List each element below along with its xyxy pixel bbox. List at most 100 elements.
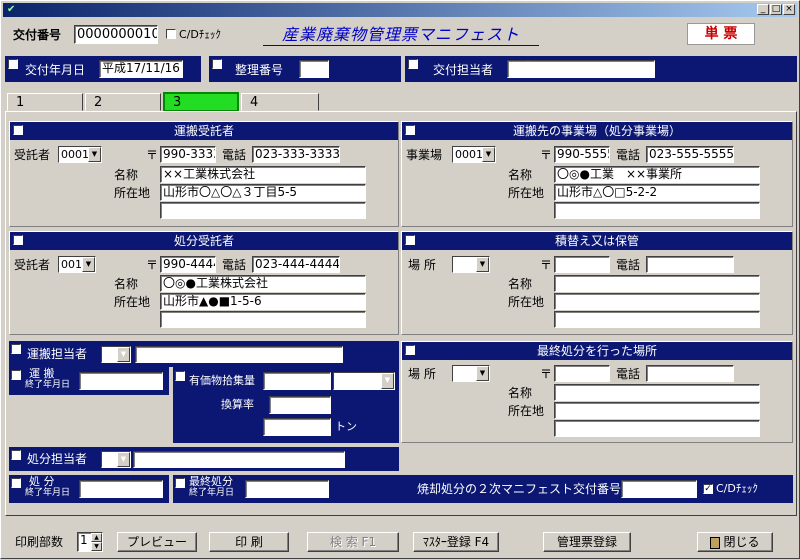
- issue-date-input[interactable]: 平成17/11/16: [99, 60, 183, 78]
- unpan-saki-tel-input[interactable]: 023-555-5555: [646, 146, 734, 163]
- saishu-shuryo-input[interactable]: [245, 480, 329, 498]
- preview-button[interactable]: プレビュー: [117, 532, 197, 552]
- saishu-name-input[interactable]: [554, 384, 760, 401]
- yuka-checkbox[interactable]: [175, 371, 185, 381]
- maximize-icon[interactable]: □: [770, 4, 782, 15]
- tab-3[interactable]: 3: [163, 92, 239, 112]
- shobun-jutaku-code-select[interactable]: 001 ▼: [58, 256, 96, 273]
- saishu-addr2-input[interactable]: [554, 420, 760, 437]
- unpan-jutaku-label: 受託者: [14, 148, 51, 162]
- tab-1[interactable]: 1: [7, 93, 83, 111]
- shobun-tanto-checkbox[interactable]: [11, 450, 21, 460]
- chevron-down-icon[interactable]: ▼: [476, 366, 489, 381]
- saishu-basho-select[interactable]: ▼: [452, 365, 490, 382]
- saishu-checkbox[interactable]: [405, 345, 415, 355]
- yuka-unit-select[interactable]: ▼: [333, 372, 395, 390]
- chevron-down-icon[interactable]: ▼: [82, 257, 95, 272]
- shobun-jutaku-name-input[interactable]: 〇◎●工業株式会社: [160, 275, 366, 292]
- unpan-jutaku-zip-input[interactable]: 990-3333: [160, 146, 216, 163]
- print-button[interactable]: 印 刷: [209, 532, 289, 552]
- chevron-down-icon[interactable]: ▼: [88, 147, 101, 162]
- saishu-tel-input[interactable]: [646, 365, 734, 382]
- tsumikae-checkbox[interactable]: [405, 235, 415, 245]
- header-cd-check-checkbox[interactable]: [166, 29, 176, 39]
- stepper-down-icon[interactable]: ▼: [91, 542, 102, 551]
- unpan-saki-checkbox[interactable]: [405, 125, 415, 135]
- seiri-input[interactable]: [299, 60, 329, 78]
- shobun-jutaku-checkbox[interactable]: [13, 235, 23, 245]
- unpan-jutaku-checkbox[interactable]: [13, 125, 23, 135]
- shobun-jutaku-name-label: 名称: [114, 277, 139, 291]
- unpan-jutaku-name-label: 名称: [114, 168, 139, 182]
- shobun-tanto-select[interactable]: ▼: [101, 451, 131, 468]
- unpan-saki-zip-input[interactable]: 990-5555: [554, 146, 610, 163]
- issuer-checkbox[interactable]: [408, 59, 418, 69]
- saishu-title: 最終処分を行った場所: [536, 344, 657, 358]
- unpan-jutaku-tel-input[interactable]: 023-333-3333: [252, 146, 340, 163]
- app-icon: ✔: [7, 4, 16, 15]
- niji-manifest-input[interactable]: [621, 480, 697, 498]
- tsumikae-tel-input[interactable]: [646, 256, 734, 273]
- shobun-jutaku-title: 処分受託者: [173, 234, 234, 248]
- shobun-shuryo-input[interactable]: [79, 480, 163, 498]
- tsumikae-addr-input[interactable]: [554, 293, 760, 310]
- chevron-down-icon[interactable]: ▼: [381, 373, 394, 389]
- minimize-icon[interactable]: _: [757, 4, 769, 15]
- shobun-tanto-bar: 処分担当者 ▼: [9, 447, 399, 471]
- saishu-shuryo-checkbox[interactable]: [175, 478, 185, 488]
- title-bar[interactable]: ✔ _ □ ×: [3, 3, 797, 17]
- unpan-jutaku-addr2-input[interactable]: [160, 202, 366, 219]
- kanri-register-button[interactable]: 管理票登録: [543, 532, 631, 552]
- niji-cd-check-checkbox[interactable]: ✓: [703, 484, 713, 494]
- issue-date-checkbox[interactable]: [8, 59, 18, 69]
- copies-stepper[interactable]: 1 ▲ ▼: [77, 532, 103, 552]
- chevron-down-icon[interactable]: ▼: [117, 347, 130, 362]
- tsumikae-addr-label: 所在地: [508, 295, 545, 309]
- stepper-up-icon[interactable]: ▲: [91, 533, 102, 542]
- chevron-down-icon[interactable]: ▼: [476, 257, 489, 272]
- ton-input[interactable]: [263, 418, 331, 436]
- shobun-jutaku-addr2-input[interactable]: [160, 311, 366, 328]
- shobun-jutaku-zip-input[interactable]: 990-4444: [160, 256, 216, 273]
- shobun-shuryo-checkbox[interactable]: [11, 478, 21, 488]
- close-icon[interactable]: ×: [783, 4, 795, 15]
- tsumikae-name-input[interactable]: [554, 275, 760, 292]
- shobun-jutaku-addr-input[interactable]: 山形市▲●■1-5-6: [160, 293, 366, 310]
- kansan-input[interactable]: [269, 396, 331, 414]
- unpan-saki-name-input[interactable]: 〇◎●工業 ××事業所: [554, 166, 760, 183]
- tab-2[interactable]: 2: [85, 93, 161, 111]
- close-button[interactable]: 閉じる: [697, 532, 773, 552]
- saishu-zip-input[interactable]: [554, 365, 610, 382]
- chevron-down-icon[interactable]: ▼: [117, 452, 130, 467]
- issuer-input[interactable]: 鈴木 〇〇〇: [507, 60, 655, 78]
- unpan-shuryo-input[interactable]: [79, 372, 163, 390]
- seiri-checkbox[interactable]: [212, 59, 222, 69]
- shobun-jutaku-tel-input[interactable]: 023-444-4444: [252, 256, 340, 273]
- unpan-saki-code-select[interactable]: 0001 ▼: [452, 146, 496, 163]
- search-button[interactable]: 検 索 F1: [307, 532, 399, 552]
- unpan-saki-addr2-input[interactable]: [554, 202, 760, 219]
- niji-manifest-label: 焼却処分の２次マニフェスト交付番号: [417, 482, 622, 496]
- unpan-jutaku-name-input[interactable]: ××工業株式会社: [160, 166, 366, 183]
- saishu-addr-input[interactable]: [554, 402, 760, 419]
- tsumikae-zip-input[interactable]: [554, 256, 610, 273]
- unpan-jutaku-header: 運搬受託者: [10, 122, 398, 140]
- unpan-saki-addr-input[interactable]: 山形市△〇□5-2-2: [554, 184, 760, 201]
- tsumikae-basho-select[interactable]: ▼: [452, 256, 490, 273]
- unpan-shuryo-checkbox[interactable]: [11, 370, 21, 380]
- close-button-label: 閉じる: [723, 535, 760, 549]
- unpan-tanto-input[interactable]: [135, 346, 343, 363]
- yuka-amount-input[interactable]: [263, 372, 331, 390]
- tsumikae-addr2-input[interactable]: [554, 311, 760, 328]
- tab-4[interactable]: 4: [241, 93, 319, 111]
- tsumikae-title: 積替え又は保管: [554, 234, 639, 248]
- unpan-tanto-checkbox[interactable]: [11, 344, 21, 354]
- unpan-jutaku-tel-label: 電話: [222, 148, 247, 162]
- unpan-tanto-select[interactable]: ▼: [101, 346, 131, 363]
- chevron-down-icon[interactable]: ▼: [482, 147, 495, 162]
- shobun-tanto-input[interactable]: [133, 451, 345, 468]
- master-register-button[interactable]: ﾏｽﾀｰ登録 F4: [413, 532, 499, 552]
- unpan-jutaku-addr-input[interactable]: 山形市〇△〇△３丁目5-5: [160, 184, 366, 201]
- kofu-number-input[interactable]: 00000000100: [74, 25, 158, 44]
- unpan-jutaku-code-select[interactable]: 0001 ▼: [58, 146, 102, 163]
